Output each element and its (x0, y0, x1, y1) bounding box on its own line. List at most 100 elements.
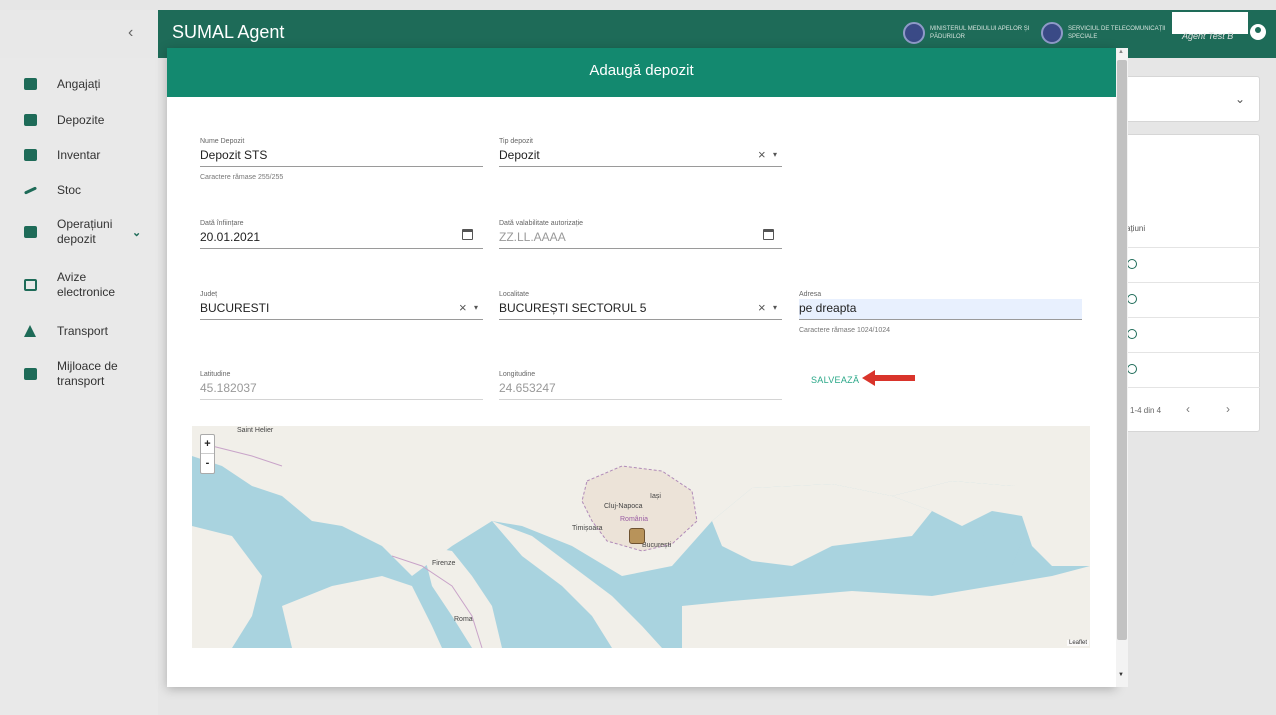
table-row-divider (1124, 352, 1260, 353)
sidebar-item-mijloace-de-transport[interactable]: Mijloace de transport (0, 358, 158, 390)
map-label-cluj: Cluj-Napoca (604, 503, 643, 510)
row-action-icon[interactable] (1127, 294, 1137, 304)
longitudine-field[interactable]: Longitudine 24.653247 (499, 371, 782, 403)
dropdown-arrow-icon[interactable]: ▾ (773, 150, 777, 159)
selected-value: Depozit (499, 148, 540, 162)
char-counter: Caractere rămase 1024/1024 (799, 327, 891, 334)
zoom-in-button[interactable]: + (201, 435, 214, 454)
ministry-logo-2: SERVICIUL DE TELECOMUNICAȚII SPECIALE (1041, 22, 1180, 44)
longitudine-input[interactable]: 24.653247 (499, 381, 556, 395)
sidebar-item-inventar[interactable]: Inventar (0, 147, 158, 163)
clear-icon[interactable]: × (459, 300, 467, 315)
warehouse-icon (24, 114, 37, 126)
warehouse-marker-icon[interactable] (629, 528, 645, 544)
sidebar-item-label: Mijloace de transport (57, 359, 118, 388)
transport-icon (24, 325, 36, 337)
chevron-down-icon: ⌄ (132, 226, 142, 239)
field-label: Localitate (499, 291, 529, 298)
latitudine-field[interactable]: Latitudine 45.182037 (200, 371, 483, 403)
account-circle-icon[interactable] (1250, 24, 1266, 40)
row-action-icon[interactable] (1127, 329, 1137, 339)
sidebar-item-angajati[interactable]: Angajați (0, 76, 158, 92)
field-label: Nume Depozit (200, 138, 245, 145)
judet-select[interactable]: Județ BUCURESTI × ▾ (200, 291, 483, 323)
ministry-seal-icon (903, 22, 925, 44)
adresa-field[interactable]: Adresa pe dreapta Caractere rămase 1024/… (799, 291, 1082, 341)
data-valabilitate-field[interactable]: Dată valabilitate autorizație ZZ.LL.AAAA (499, 220, 782, 252)
sidebar-item-label: Angajați (57, 76, 101, 91)
app-title: SUMAL Agent (172, 22, 285, 42)
map-label-timisoara: Timișoara (572, 525, 603, 532)
briefcase-icon (24, 78, 37, 90)
scroll-down-icon[interactable]: ▼ (1118, 672, 1124, 678)
filter-panel[interactable]: ⌄ (1124, 76, 1260, 122)
sidebar-item-label: Stoc (57, 182, 82, 197)
trending-icon (23, 185, 38, 195)
tip-depozit-select[interactable]: Tip depozit Depozit × ▾ (499, 138, 782, 170)
field-label: Dată valabilitate autorizație (499, 220, 584, 227)
ministry-name: MINISTERUL MEDIULUI APELOR ȘI PĂDURILOR (930, 26, 1030, 40)
document-icon (24, 279, 37, 291)
data-valabilitate-input[interactable]: ZZ.LL.AAAA (499, 230, 566, 244)
field-underline (200, 248, 483, 249)
table-row-divider (1124, 387, 1260, 388)
sidebar-item-stoc[interactable]: Stoc (0, 182, 158, 198)
data-infiintare-input[interactable]: 20.01.2021 (200, 230, 260, 244)
ministry-logo-1: MINISTERUL MEDIULUI APELOR ȘI PĂDURILOR (903, 22, 1042, 44)
map-label-firenze: Firenze (432, 560, 456, 567)
sidebar-item-transport[interactable]: Transport (0, 323, 158, 339)
field-underline (499, 248, 782, 249)
chevron-down-icon[interactable]: ⌄ (1235, 92, 1245, 106)
scrollbar-thumb[interactable] (1117, 60, 1127, 640)
scroll-up-icon[interactable]: ▲ (1118, 49, 1124, 55)
table-row-divider (1124, 282, 1260, 283)
sidebar-item-operatiuni-depozit[interactable]: Operațiuni depozit ⌄ (0, 216, 158, 248)
sidebar-item-label: Inventar (57, 147, 101, 162)
field-underline (799, 319, 1082, 320)
latitudine-input[interactable]: 45.182037 (200, 381, 257, 395)
data-infiintare-field[interactable]: Dată înființare 20.01.2021 (200, 220, 483, 252)
table-column-header: ațiuni (1126, 224, 1146, 233)
zoom-control: + - (200, 434, 215, 474)
row-action-icon[interactable] (1127, 364, 1137, 374)
table-row-divider (1124, 317, 1260, 318)
dropdown-arrow-icon[interactable]: ▾ (773, 303, 777, 312)
nume-depozit-field[interactable]: Nume Depozit Depozit STS Caractere rămas… (200, 138, 483, 188)
char-counter: Caractere rămase 255/255 (200, 174, 284, 181)
field-underline (200, 166, 483, 167)
calendar-icon[interactable] (462, 229, 473, 240)
pointer-arrow-icon (862, 370, 915, 386)
clear-icon[interactable]: × (758, 300, 766, 315)
dropdown-arrow-icon[interactable]: ▾ (474, 303, 478, 312)
user-name: Agent Test B (1182, 31, 1234, 41)
adresa-input[interactable]: pe dreapta (799, 301, 856, 315)
next-page-button[interactable]: › (1226, 402, 1230, 416)
save-button[interactable]: SALVEAZĂ (811, 375, 859, 385)
prev-page-button[interactable]: ‹ (1186, 402, 1190, 416)
zoom-out-button[interactable]: - (201, 454, 214, 473)
nume-depozit-input[interactable]: Depozit STS (200, 148, 267, 162)
calendar-icon[interactable] (763, 229, 774, 240)
clear-icon[interactable]: × (758, 147, 766, 162)
sidebar-item-label: Depozite (57, 112, 105, 127)
sidebar-item-avize-electronice[interactable]: Avize electronice (0, 269, 158, 301)
sidebar-header: ‹ (0, 10, 158, 58)
field-underline (200, 399, 483, 400)
table-row-divider (1124, 247, 1260, 248)
field-label: Longitudine (499, 371, 536, 378)
car-icon (24, 368, 37, 380)
sidebar-item-label: Transport (57, 323, 108, 338)
list-icon (24, 226, 37, 238)
collapse-sidebar-button[interactable]: ‹ (128, 24, 133, 42)
field-underline (499, 319, 782, 320)
field-underline (200, 319, 483, 320)
localitate-select[interactable]: Localitate BUCUREȘTI SECTORUL 5 × ▾ (499, 291, 782, 323)
dialog-title: Adaugă depozit (167, 48, 1116, 97)
sidebar-item-depozite[interactable]: Depozite (0, 112, 158, 128)
map-label-bucuresti: București (642, 542, 672, 549)
map-label-roma: Roma (454, 616, 473, 623)
map-label-romania: România (620, 516, 649, 523)
field-label: Județ (200, 291, 218, 298)
row-action-icon[interactable] (1127, 259, 1137, 269)
map-attribution[interactable]: Leaflet (1067, 640, 1090, 646)
